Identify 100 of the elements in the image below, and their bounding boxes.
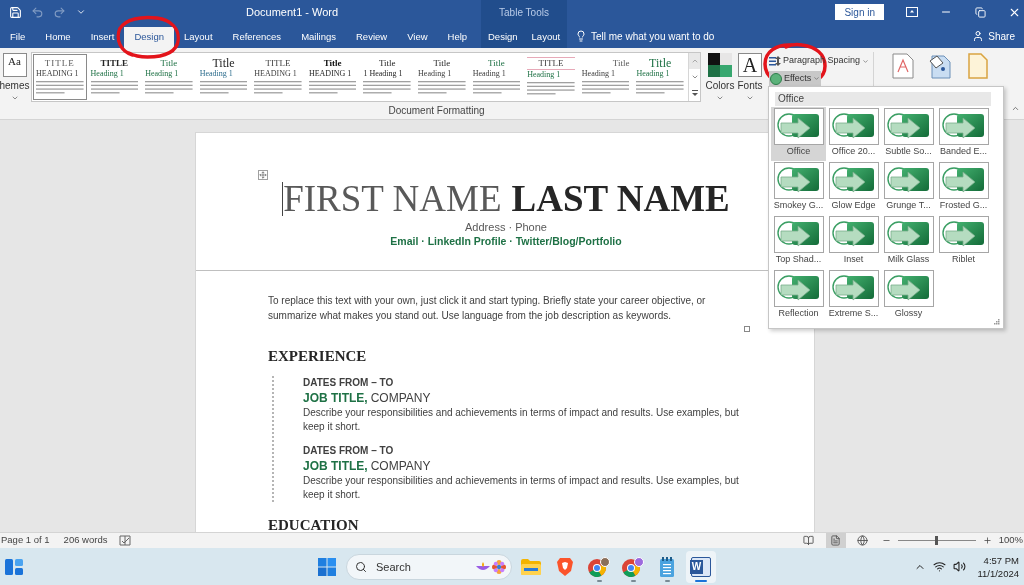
effect-option[interactable]: Inset [826, 215, 881, 269]
effect-option[interactable]: Riblet [936, 215, 991, 269]
caret-icon [716, 94, 724, 102]
word-count[interactable]: 206 words [63, 533, 108, 548]
effect-option[interactable]: Subtle So... [881, 107, 936, 161]
effect-preview-icon [828, 270, 879, 307]
text-lines-drawing [308, 81, 357, 94]
chevron-down-icon [690, 73, 699, 81]
ribbon-tab[interactable]: Help [437, 27, 478, 48]
wifi-icon[interactable] [933, 560, 947, 573]
color-palette-icon [708, 53, 732, 77]
style-set-option[interactable]: TITLE Heading 1 [87, 54, 142, 100]
style-set-option[interactable]: Title Heading 1 [415, 54, 469, 100]
effect-option[interactable]: Top Shad... [771, 215, 826, 269]
watermark-icon [892, 53, 914, 79]
effect-option[interactable]: Banded E... [936, 107, 991, 161]
style-set-option[interactable]: TITLE Heading 1 [524, 54, 578, 100]
share-button[interactable]: Share [972, 28, 1015, 44]
effect-preview-icon [938, 108, 989, 145]
effect-option[interactable]: Reflection [771, 269, 826, 323]
thumbnail-title: Title [648, 57, 673, 69]
ribbon-tab[interactable]: Layout [174, 27, 223, 48]
folder-icon [521, 558, 541, 575]
ribbon-tab[interactable]: Mailings [291, 27, 346, 48]
ribbon-tab[interactable]: Home [35, 27, 81, 48]
zoom-level[interactable]: 100% [998, 533, 1024, 548]
text-lines-drawing [581, 81, 630, 94]
clock-date[interactable]: 11/1/2024 [977, 566, 1019, 580]
effect-preview-icon [883, 216, 934, 253]
table-resize-handle-icon[interactable] [744, 326, 750, 332]
style-set-option[interactable]: Title HEADING 1 [305, 54, 360, 100]
ribbon-tab[interactable]: References [222, 27, 292, 48]
zoom-thumb[interactable] [935, 536, 939, 545]
tell-me-button[interactable]: Tell me what you want to do [575, 28, 715, 44]
thumbnail-heading: Heading 1 [145, 69, 180, 79]
effect-option[interactable]: Office [771, 107, 826, 161]
ribbon-tab[interactable]: Insert [80, 27, 125, 48]
effect-option[interactable]: Extreme S... [826, 269, 881, 323]
themes-button[interactable]: Aa hemes [0, 52, 29, 104]
thumbnail-title: TITLE [264, 57, 292, 69]
ribbon-tab[interactable]: Design [481, 27, 525, 48]
style-set-option[interactable]: Title 1 Heading 1 [360, 54, 415, 100]
style-set-option[interactable]: Title Heading 1 [633, 54, 687, 100]
document-app-icon: W [691, 556, 711, 577]
effect-option[interactable]: Smokey G... [771, 161, 826, 215]
style-set-option[interactable]: Title Heading 1 [142, 54, 196, 100]
print-view-button[interactable] [825, 533, 846, 548]
thumbnail-heading: HEADING 1 [254, 69, 298, 79]
job-title-text: JOB TITLE, [303, 458, 368, 474]
ribbon-tab[interactable]: View [397, 27, 438, 48]
search-icon [355, 560, 367, 573]
search-field[interactable]: Search [346, 553, 512, 580]
fonts-button[interactable]: A Fonts [735, 52, 765, 104]
fonts-icon: A [738, 53, 762, 77]
resize-grip-icon[interactable] [994, 319, 1000, 325]
ribbon-tab[interactable]: Layout [524, 27, 568, 48]
lamp-icon [476, 561, 490, 572]
ribbon-tab[interactable]: Review [346, 27, 398, 48]
thumbnail-title: Title [211, 57, 236, 69]
themes-icon: Aa [2, 53, 27, 77]
effect-option[interactable]: Glossy [881, 269, 936, 323]
thumbnail-title: Title [377, 57, 397, 69]
thumbnail-title: Title [487, 57, 506, 69]
clock-time[interactable]: 4:57 PM [983, 553, 1019, 567]
effect-preview-icon [773, 108, 824, 145]
style-set-option[interactable]: Title Heading 1 [469, 54, 524, 100]
thumbnail-title: Title [322, 57, 343, 69]
style-set-option[interactable]: Title Heading 1 [578, 54, 633, 100]
taskbar-app-button[interactable]: W [686, 550, 716, 583]
effects-button[interactable]: Effects [769, 71, 822, 86]
effect-option[interactable]: Frosted G... [936, 161, 991, 215]
contextual-group-label: Table Tools [499, 5, 549, 20]
widgets-icon[interactable] [5, 558, 23, 575]
effect-option[interactable]: Office 20... [826, 107, 881, 161]
move-handle-icon[interactable] [258, 170, 268, 180]
colors-button[interactable]: Colors [705, 52, 735, 104]
caret-icon [76, 7, 86, 17]
effect-preview-icon [828, 216, 879, 253]
zoom-in-icon[interactable] [982, 536, 992, 545]
ribbon-tab[interactable]: File [0, 27, 36, 48]
style-set-option[interactable]: Title Heading 1 [196, 54, 251, 100]
effect-preview-icon [883, 108, 934, 145]
collapse-ribbon-icon[interactable] [1011, 104, 1020, 113]
style-set-option[interactable]: TITLE HEADING 1 [251, 54, 305, 100]
effect-option[interactable]: Glow Edge [826, 161, 881, 215]
effect-option[interactable]: Grunge T... [881, 161, 936, 215]
thumbnail-title: Title [432, 57, 452, 69]
thumbnail-heading: 1 Heading 1 [363, 69, 404, 79]
ribbon-tab[interactable]: Design [124, 27, 174, 48]
thumbnail-heading: Heading 1 [90, 69, 125, 79]
sign-in-button[interactable]: Sign in [835, 4, 884, 20]
effect-preview-icon [773, 162, 824, 199]
style-set-option[interactable]: TITLE HEADING 1 [33, 54, 87, 100]
print-layout-icon [830, 535, 842, 546]
description-text: Describe your responsibilities and achievements in terms of impact and results. Use examples, but keep it short. [303, 474, 740, 502]
zoom-slider[interactable] [897, 536, 976, 545]
effect-option[interactable]: Milk Glass [881, 215, 936, 269]
volume-icon[interactable] [953, 560, 967, 573]
proofing-icon[interactable] [119, 535, 132, 546]
page-count[interactable]: Page 1 of 1 [0, 533, 50, 548]
